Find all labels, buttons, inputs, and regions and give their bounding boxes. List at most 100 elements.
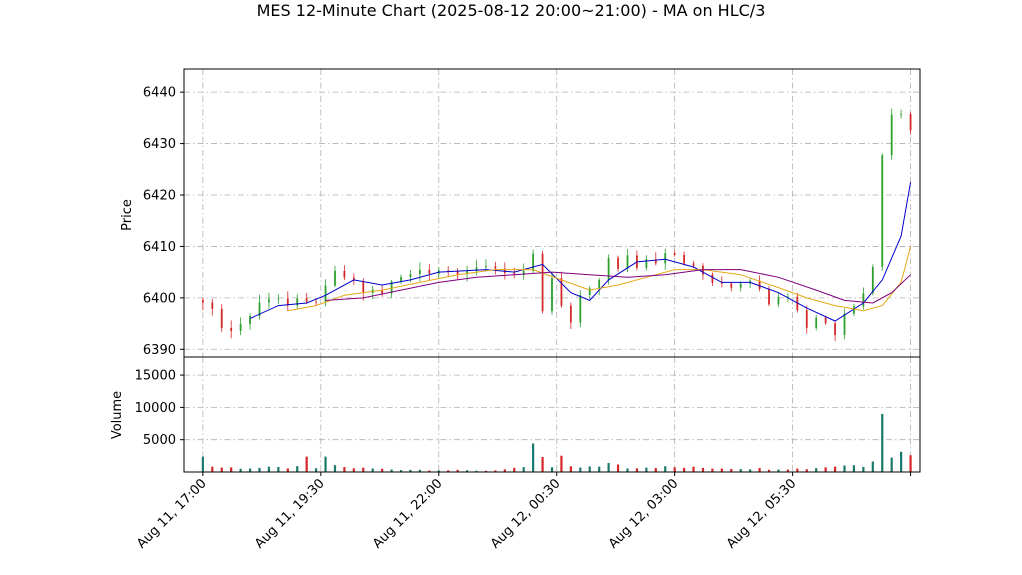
candle-body [211,302,214,309]
volume-bar [796,468,799,472]
volume-bar [871,461,874,472]
time-tick-label: Aug 12, 05:30 [724,476,800,552]
volume-bar [909,455,912,472]
candle-body [400,277,402,282]
time-x-axis: Aug 11, 17:00 Aug 11, 19:30 Aug 11, 22:00 A… [134,472,912,552]
volume-bar [550,467,554,472]
volume-bar [881,413,884,472]
candle-body [768,288,770,305]
candle-body [409,274,412,278]
volume-bar [598,466,601,472]
price-tick-label: 6390 [143,343,176,358]
volume-bar [315,468,318,472]
candle-body [362,280,365,293]
candle-body [720,282,723,284]
volume-bar [277,466,280,472]
volume-bar [248,468,252,472]
candle-body [900,113,903,115]
candle-body [881,155,884,267]
volume-bar [579,467,582,472]
volume-bar [607,463,610,472]
volume-bar [701,467,705,472]
volume-bar [296,466,299,472]
volume-grid [184,357,920,472]
volume-bar [352,468,355,472]
candle-body [201,299,204,303]
candle-body [239,324,242,332]
volume-bar [324,456,327,472]
candle-body [494,266,497,269]
volume-bar [230,467,233,472]
candle-body [871,266,874,294]
candle-body [428,269,431,274]
candle-body [607,257,610,281]
volume-bar [843,465,846,472]
candle-body [692,263,695,266]
volume-tick-label: 5000 [143,433,176,448]
volume-bar [362,467,365,472]
candle-body [673,253,676,255]
candle-body [711,274,714,283]
time-tick-label: Aug 12, 03:00 [606,476,682,552]
candle-body [683,254,686,264]
candle-body [447,270,450,272]
volume-bar [522,467,525,472]
candle-body [909,113,912,131]
price-axis-label: Price [120,199,135,231]
candle-body [418,269,421,275]
volume-bar [626,468,629,472]
price-tick-label: 6430 [143,137,176,152]
candle-body [862,293,865,307]
volume-bar [560,455,563,472]
candle-body [334,270,336,286]
candle-body [343,270,346,278]
volume-bar [758,468,761,472]
candle-body [843,313,846,335]
candle-body [532,253,535,271]
candle-body [541,253,544,312]
price-tick-label: 6400 [143,291,176,306]
volume-bar [635,468,639,472]
candle-body [277,298,280,300]
price-tick-label: 6440 [143,86,176,101]
time-tick-label: Aug 11, 17:00 [134,476,210,552]
candle-body [305,298,308,302]
volume-bar [305,456,308,472]
volume-bar [532,443,535,472]
volume-tick-label: 15000 [135,369,176,384]
candle-body [890,114,893,156]
volume-bar [833,466,837,472]
volume-bar [286,468,289,472]
chart-canvas: MES 12-Minute Chart (2025-08-12 20:00~21… [110,1,921,552]
volume-bar [201,456,204,472]
volume-bar [371,468,374,472]
candle-body [777,297,780,305]
time-tick-label: Aug 11, 22:00 [370,476,446,552]
candle-body [249,316,251,325]
volume-bar [588,466,591,472]
volume-bar [569,466,572,472]
candle-body [485,266,487,268]
candle-body [739,283,742,288]
candle-body [598,280,601,289]
volume-bar [645,467,648,472]
price-tick-label: 6420 [143,189,176,204]
volume-bar [616,464,620,472]
volume-bar [852,465,856,472]
volume-bar [664,466,667,472]
candle-body [579,294,582,323]
volume-bar [220,467,223,472]
volume-bar [513,467,516,472]
price-y-axis: 6390 6400 6410 6420 6430 6440 [143,86,184,358]
volume-bar [720,468,723,472]
volume-bar [692,466,695,472]
candle-body [569,305,572,323]
candle-body [853,306,855,314]
chart-title: MES 12-Minute Chart (2025-08-12 20:00~21… [257,1,766,20]
volume-bar [267,466,271,472]
candle-body [315,301,318,303]
candle-body [664,253,667,264]
candle-body [626,255,629,269]
volume-bar [343,467,346,472]
volume-bar [900,451,903,472]
